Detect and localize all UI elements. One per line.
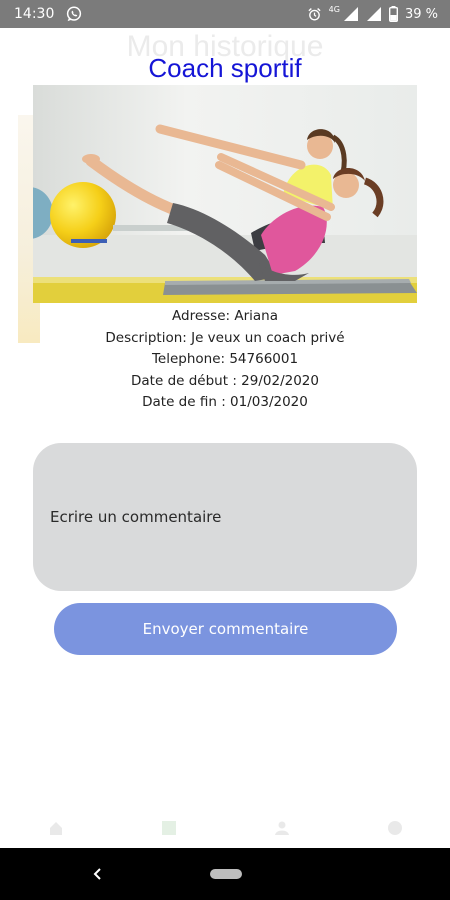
address-text: Adresse: Ariana: [172, 308, 278, 324]
description-text: Description: Je veux un coach privé: [105, 329, 345, 346]
send-comment-button[interactable]: Envoyer commentaire: [54, 603, 397, 655]
profile-nav-icon: [275, 821, 289, 835]
battery-icon: [388, 6, 398, 22]
status-time: 14:30: [14, 6, 55, 22]
comment-input[interactable]: [33, 443, 417, 591]
battery-percent: 39 %: [404, 6, 438, 22]
settings-nav-icon: [388, 821, 402, 835]
alarm-icon: [308, 7, 321, 20]
status-icons: 4G 39 %: [307, 4, 438, 24]
network-type: 4G: [328, 5, 340, 14]
home-nav-icon: [50, 822, 62, 835]
signal-icon: [366, 7, 381, 21]
back-icon[interactable]: [86, 862, 110, 886]
phone-text: Telephone: 54766001: [151, 351, 299, 367]
system-navigation-bar: [0, 848, 450, 900]
background-bottom-nav: [0, 812, 450, 848]
reservation-details: Adresse: Ariana Description: Je veux un …: [0, 306, 450, 414]
status-bar: 14:30 4G 39 %: [0, 0, 450, 28]
history-nav-icon: [162, 821, 176, 835]
dialog-title: Coach sportif: [148, 53, 302, 83]
start-date-text: Date de début : 29/02/2020: [131, 372, 319, 389]
signal-icon: [343, 7, 358, 21]
coach-photo: [33, 85, 417, 303]
whatsapp-icon: [66, 6, 82, 22]
end-date-text: Date de fin : 01/03/2020: [142, 394, 308, 410]
home-pill-button[interactable]: [210, 869, 242, 879]
